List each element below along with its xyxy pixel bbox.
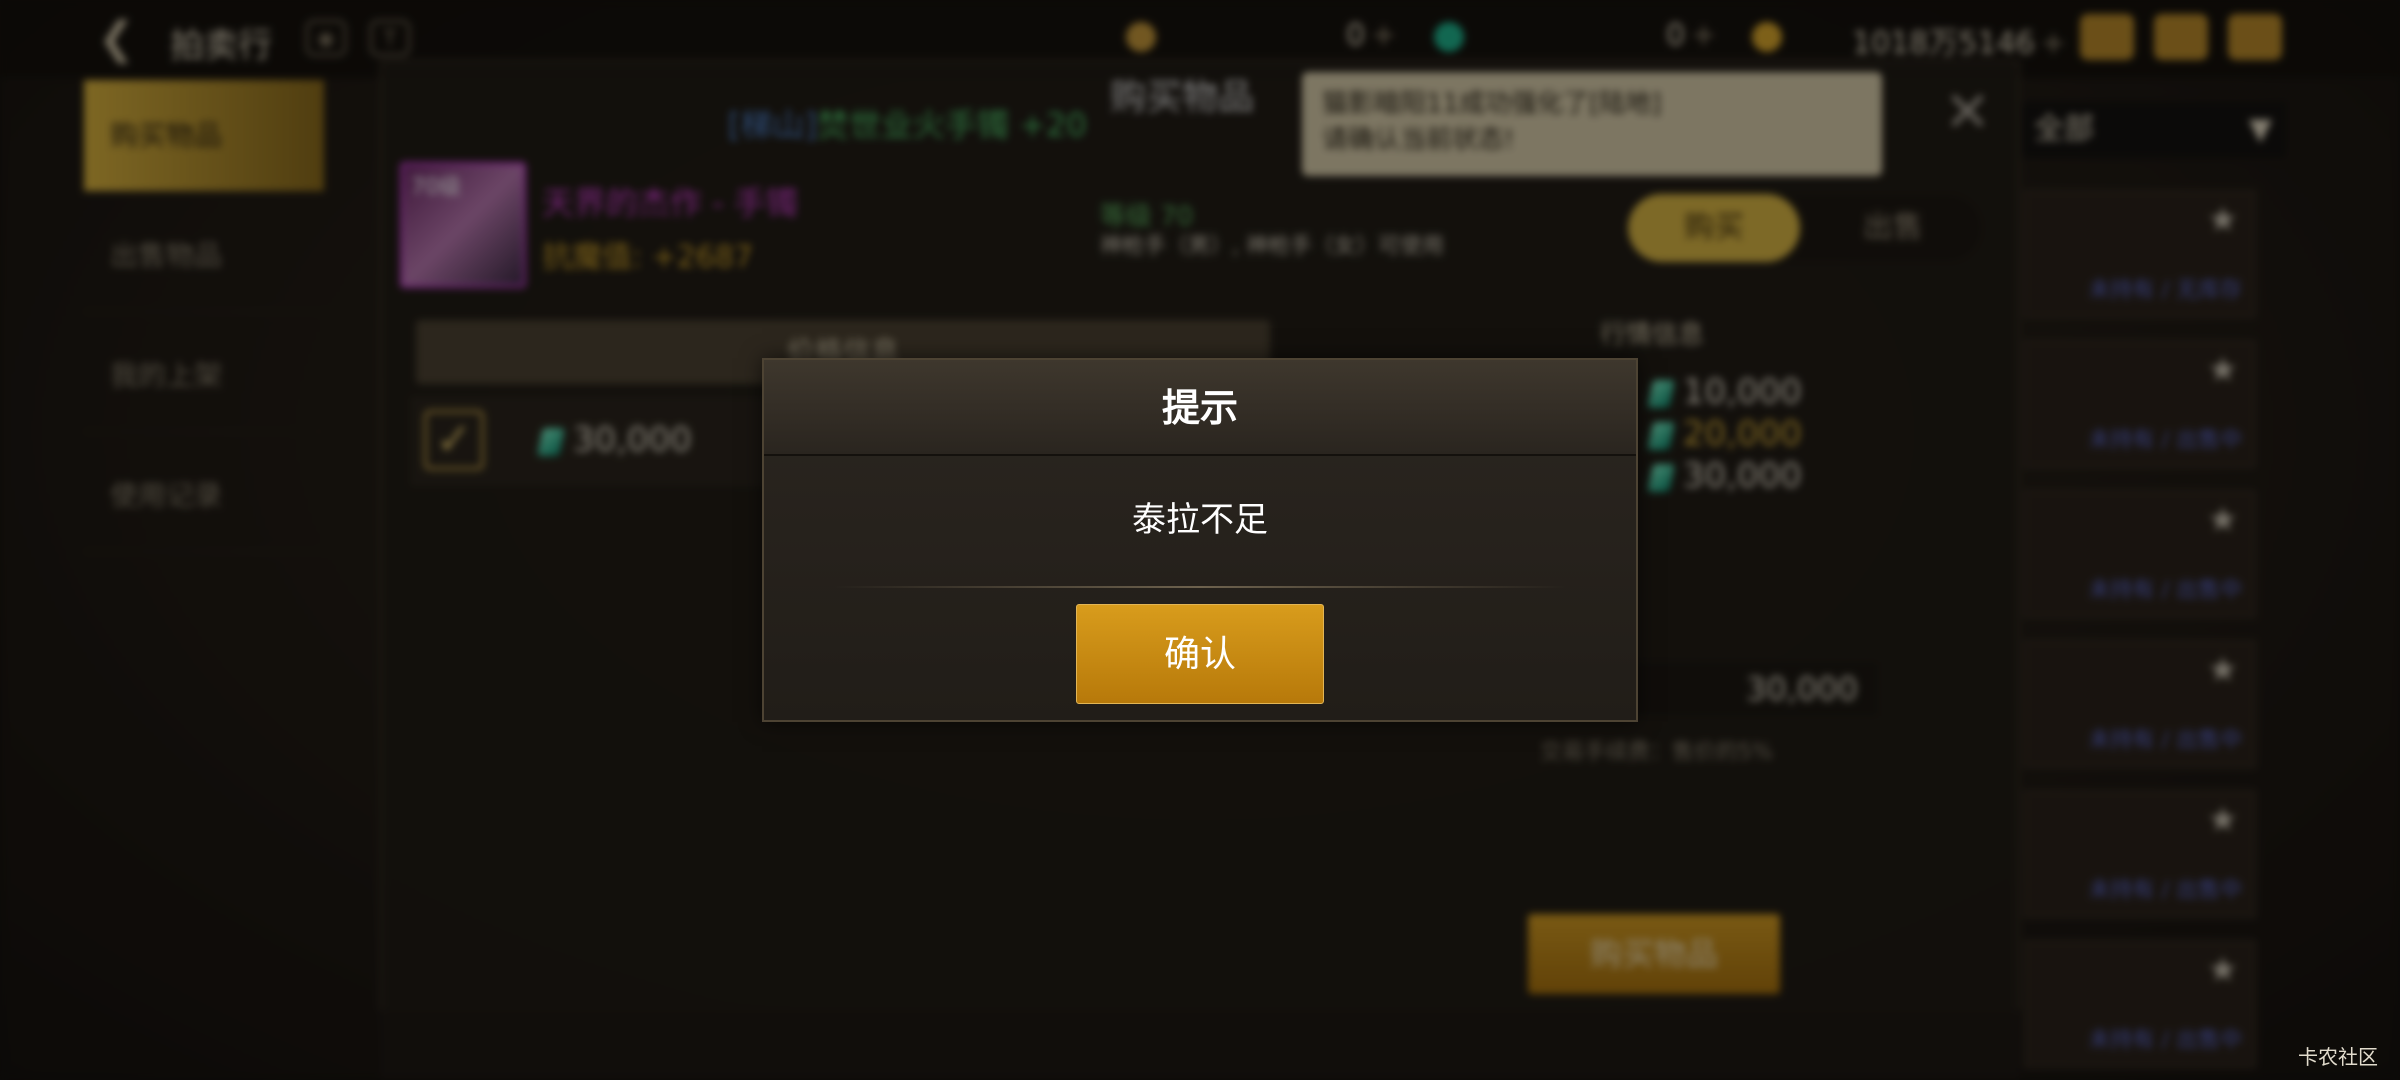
dialog-title: 提示 [1161, 386, 1238, 430]
dialog-header: 提示 [764, 360, 1636, 456]
dialog-message: 泰拉不足 [1132, 500, 1268, 540]
confirm-button[interactable]: 确认 [1076, 604, 1324, 704]
alert-dialog: 提示 泰拉不足 确认 [762, 358, 1638, 722]
dialog-divider [834, 586, 1566, 588]
watermark: 卡农社区 [2298, 1045, 2378, 1069]
